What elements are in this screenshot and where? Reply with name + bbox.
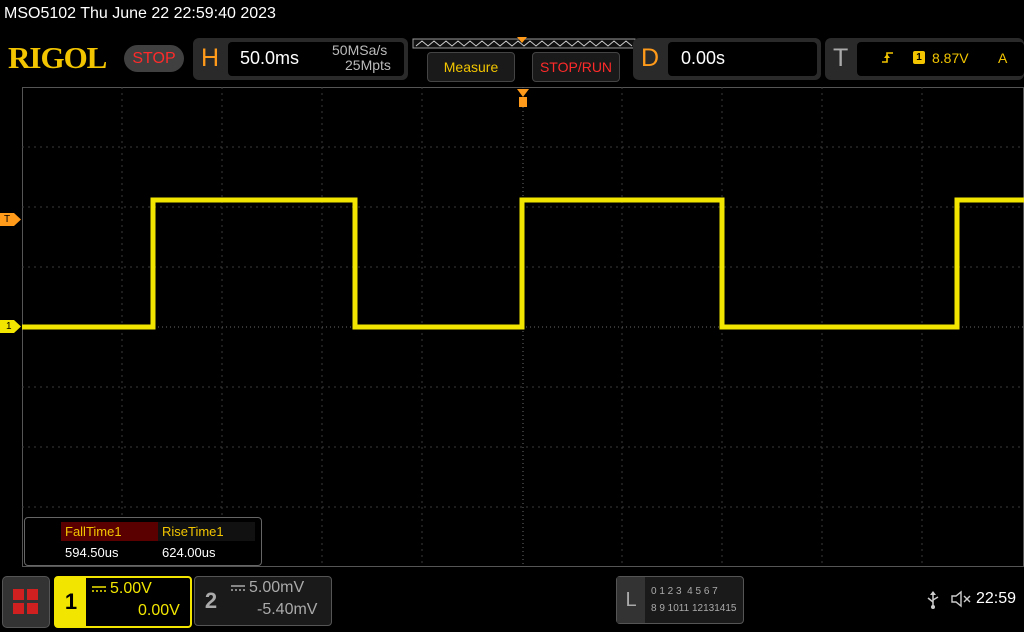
delay-letter: D [641,44,660,72]
dc-coupling-icon [231,585,245,591]
measure-button[interactable]: Measure [427,52,515,82]
meas-value-falltime: 594.50us [65,545,119,560]
timebase-value: 50.0ms [240,48,300,68]
usb-icon [927,591,939,609]
dc-coupling-icon [92,586,106,592]
ch1-settings[interactable]: 1 5.00V 0.00V [54,576,192,628]
ch2-scale: 5.00mV [249,579,305,596]
trigger-edge-icon [882,52,893,63]
ch2-offset: -5.40mV [257,601,318,618]
meas-label-risetime: RiseTime1 [158,522,255,541]
main-menu-button[interactable] [2,576,50,628]
trigger-level-marker[interactable]: T [0,213,21,226]
sample-rate: 50MSa/s [332,42,388,58]
trigger-source-badge: 1 [913,51,925,64]
delay-panel[interactable]: D [633,38,821,80]
logic-row-2: 8 9 1011 12131415 [651,603,737,614]
meas-label-falltime: FallTime1 [61,522,158,541]
trigger-level: 8.87V [932,50,969,66]
menu-icon [13,589,38,614]
trigger-position-flag [519,97,527,107]
logic-channels-panel[interactable]: L 0 1 2 3 4 5 6 7 8 9 1011 12131415 [616,576,744,624]
ch1-offset-marker[interactable]: 1 [0,320,21,333]
ch1-label: 1 [56,578,86,626]
stop-run-button[interactable]: STOP/RUN [532,52,620,82]
clock: 22:59 [976,590,1017,607]
ch1-offset: 0.00V [138,602,180,619]
memory-depth: 25Mpts [345,57,391,73]
trigger-mode: A [998,50,1008,66]
measurement-panel[interactable]: FallTime1 RiseTime1 594.50us 624.00us [24,517,262,566]
ch1-scale: 5.00V [110,580,152,597]
waveform-display[interactable] [22,87,1024,567]
horizontal-letter: H [201,44,220,72]
run-state-badge[interactable]: STOP [124,45,184,72]
logic-label: L [617,577,645,623]
meas-value-risetime: 624.00us [162,545,216,560]
logic-row-1: 0 1 2 3 4 5 6 7 [651,586,718,597]
ch2-label: 2 [204,588,218,613]
status-line: MSO5102 Thu June 22 22:59:40 2023 [4,5,276,22]
memory-overview-bar [412,37,636,49]
delay-value: 0.00s [681,48,726,68]
ch2-settings[interactable]: 2 5.00mV -5.40mV [194,576,332,626]
rigol-logo: RIGOL [8,40,107,75]
mute-icon[interactable] [950,590,972,608]
trigger-letter: T [833,44,849,72]
